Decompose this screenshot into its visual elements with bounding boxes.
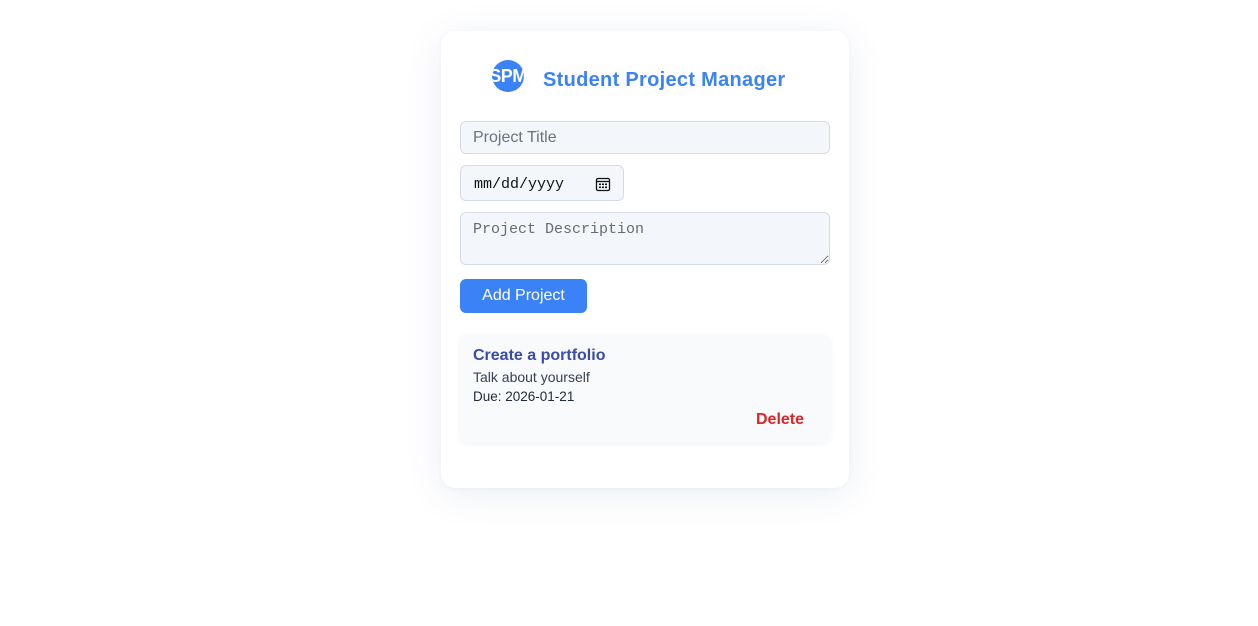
- project-manager-card: SPM Student Project Manager mm/dd/yyyy A…: [441, 31, 849, 488]
- project-title-input[interactable]: [460, 121, 830, 154]
- project-description-input[interactable]: [460, 212, 830, 265]
- calendar-icon[interactable]: [595, 176, 611, 192]
- project-item-due-date: Due: 2026-01-21: [473, 389, 575, 404]
- app-logo: SPM: [492, 60, 524, 92]
- app-logo-text: SPM: [492, 65, 524, 86]
- due-date-input[interactable]: mm/dd/yyyy: [460, 165, 624, 201]
- add-project-button[interactable]: Add Project: [460, 279, 587, 313]
- page-title: Student Project Manager: [543, 69, 786, 91]
- project-item-title: Create a portfolio: [473, 347, 606, 364]
- delete-project-button[interactable]: Delete: [756, 411, 804, 429]
- app-header: SPM Student Project Manager: [441, 59, 849, 93]
- due-date-placeholder: mm/dd/yyyy: [474, 176, 565, 193]
- project-item: Create a portfolio Talk about yourself D…: [460, 335, 830, 443]
- project-item-description: Talk about yourself: [473, 369, 590, 385]
